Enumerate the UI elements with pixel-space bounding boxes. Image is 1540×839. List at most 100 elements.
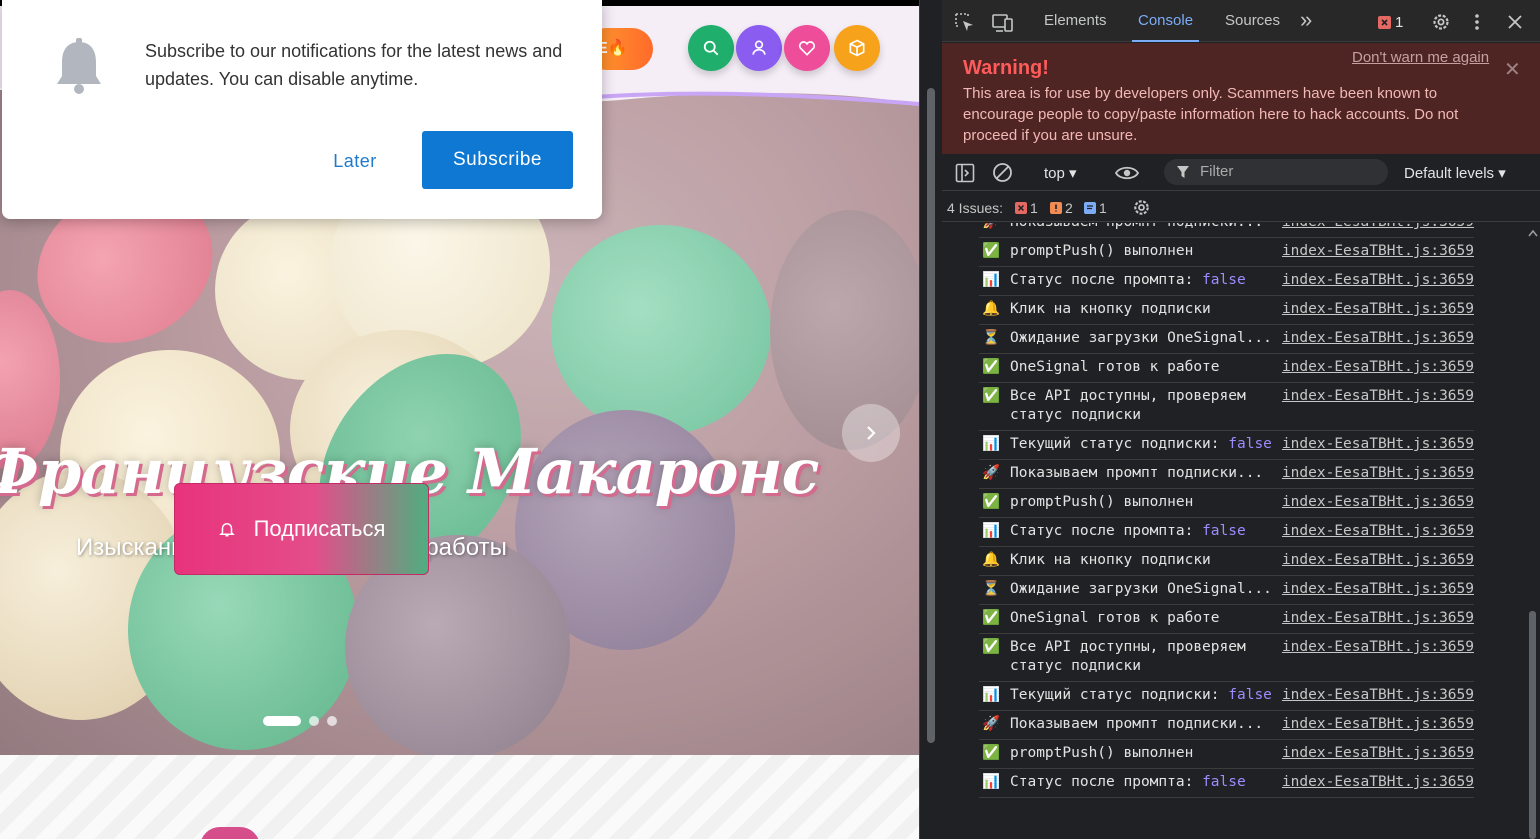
console-filter-input[interactable]: Filter [1164, 159, 1388, 185]
tab-console[interactable]: Console [1131, 12, 1200, 42]
source-link[interactable]: index-EesaTBHt.js:3659 [1277, 300, 1474, 319]
log-text: Текущий статус подписки: [1010, 687, 1220, 703]
source-link[interactable]: index-EesaTBHt.js:3659 [1277, 493, 1474, 512]
source-link[interactable]: index-EesaTBHt.js:3659 [1277, 223, 1474, 232]
log-emoji-icon: ✅ [982, 388, 1001, 404]
clear-console-icon[interactable] [992, 162, 1013, 183]
log-emoji-icon: ✅ [982, 639, 1001, 655]
console-message: 📊 Текущий статус подписки: false index-Ees… [979, 431, 1474, 460]
next-section [0, 755, 919, 839]
log-emoji-icon: 🚀 [982, 465, 1001, 481]
console-message: ✅ promptPush() выполнен index-EesaTBHt.js:… [979, 238, 1474, 267]
live-expression-eye-icon[interactable] [1114, 164, 1140, 182]
log-text: Все API доступны, проверяем статус подпи… [1010, 639, 1246, 674]
chevron-right-icon [867, 426, 876, 440]
source-link[interactable]: index-EesaTBHt.js:3659 [1277, 464, 1474, 483]
error-icon [1378, 16, 1391, 29]
source-link[interactable]: index-EesaTBHt.js:3659 [1277, 329, 1474, 348]
console-log: 🚀 Показываем промпт подписки... index-Ees… [942, 223, 1526, 839]
console-message: 📊 Статус после промпта: false index-EesaTB… [979, 769, 1474, 798]
console-scrollbar[interactable] [1526, 223, 1540, 839]
devtools-panel: Elements Console Sources » 1 Don't warn … [942, 0, 1540, 839]
issues-warnings[interactable]: 2 [1050, 200, 1073, 216]
later-button[interactable]: Later [312, 140, 398, 182]
hero-subscribe-label: Подписаться [253, 516, 386, 541]
log-text: Показываем промпт подписки... [1010, 716, 1264, 732]
log-text: OneSignal готов к работе [1010, 359, 1220, 375]
console-message: ✅ OneSignal готов к работе index-EesaTBHt.… [979, 605, 1474, 634]
log-levels-dropdown[interactable]: Default levels ▾ [1404, 164, 1506, 182]
source-link[interactable]: index-EesaTBHt.js:3659 [1277, 522, 1474, 541]
info-icon [1084, 202, 1096, 214]
issues-label: 4 Issues: [947, 200, 1004, 216]
slider-dot[interactable] [263, 716, 301, 726]
log-emoji-icon: ✅ [982, 494, 1001, 510]
page-scrollbar[interactable] [919, 0, 941, 839]
source-link[interactable]: index-EesaTBHt.js:3659 [1277, 271, 1474, 290]
log-value: false [1228, 436, 1272, 452]
issues-info[interactable]: 1 [1084, 200, 1107, 216]
issues-bar: 4 Issues: 1 2 1 [942, 192, 1540, 222]
sidebar-toggle-icon[interactable] [955, 163, 975, 183]
source-link[interactable]: index-EesaTBHt.js:3659 [1277, 638, 1474, 657]
console-message: 🚀 Показываем промпт подписки... index-Eesa… [979, 711, 1474, 740]
log-emoji-icon: 🔔 [982, 301, 1001, 317]
close-icon[interactable]: ✕ [1504, 57, 1521, 82]
log-emoji-icon: 🔔 [982, 552, 1001, 568]
favorites-button[interactable] [784, 25, 830, 71]
issues-settings-gear-icon[interactable] [1131, 197, 1152, 218]
context-selector[interactable]: top ▾ [1044, 164, 1077, 182]
slider-dot[interactable] [309, 716, 319, 726]
source-link[interactable]: index-EesaTBHt.js:3659 [1277, 686, 1474, 705]
search-icon [703, 40, 719, 56]
more-tabs-button[interactable]: » [1300, 7, 1312, 33]
slider-next-button[interactable] [842, 404, 900, 462]
settings-gear-icon[interactable] [1430, 11, 1452, 33]
console-message: ✅ promptPush() выполнен index-EesaTBHt.js:… [979, 740, 1474, 769]
subscribe-button[interactable]: Subscribe [422, 131, 573, 189]
source-link[interactable]: index-EesaTBHt.js:3659 [1277, 242, 1474, 261]
more-options-icon[interactable] [1474, 13, 1480, 31]
orders-button[interactable] [834, 25, 880, 71]
issues-errors[interactable]: 1 [1015, 200, 1038, 216]
log-emoji-icon: ✅ [982, 610, 1001, 626]
console-message: ✅ Все API доступны, проверяем статус подп… [979, 634, 1474, 682]
device-toolbar-icon[interactable] [991, 12, 1015, 34]
source-link[interactable]: index-EesaTBHt.js:3659 [1277, 609, 1474, 628]
log-value: false [1202, 523, 1246, 539]
log-text: Все API доступны, проверяем статус подпи… [1010, 388, 1246, 423]
inspect-element-icon[interactable] [954, 12, 976, 34]
log-text: Ожидание загрузки OneSignal... [1010, 581, 1272, 597]
source-link[interactable]: index-EesaTBHt.js:3659 [1277, 715, 1474, 734]
source-link[interactable]: index-EesaTBHt.js:3659 [1277, 387, 1474, 406]
heart-icon [798, 41, 816, 56]
log-emoji-icon: ✅ [982, 359, 1001, 375]
console-message: 📊 Текущий статус подписки: false index-Ees… [979, 682, 1474, 711]
self-xss-warning: Don't warn me again ✕ Warning! This area… [942, 43, 1540, 154]
source-link[interactable]: index-EesaTBHt.js:3659 [1277, 435, 1474, 454]
source-link[interactable]: index-EesaTBHt.js:3659 [1277, 551, 1474, 570]
close-devtools-icon[interactable] [1508, 15, 1522, 29]
log-text: Статус после промпта: [1010, 272, 1194, 288]
tab-elements[interactable]: Elements [1044, 12, 1107, 29]
slider-dot[interactable] [327, 716, 337, 726]
search-button[interactable] [688, 25, 734, 71]
dont-warn-link[interactable]: Don't warn me again [1352, 49, 1489, 66]
log-value: false [1202, 272, 1246, 288]
hero-subscribe-button[interactable]: Подписаться [174, 483, 429, 575]
warning-title: Warning! [963, 57, 1049, 79]
log-value: false [1228, 687, 1272, 703]
filter-icon [1177, 166, 1189, 178]
tab-sources[interactable]: Sources [1225, 12, 1280, 29]
source-link[interactable]: index-EesaTBHt.js:3659 [1277, 580, 1474, 599]
macaron-image [770, 210, 919, 450]
source-link[interactable]: index-EesaTBHt.js:3659 [1277, 744, 1474, 763]
console-message: ✅ Все API доступны, проверяем статус подп… [979, 383, 1474, 431]
error-badge[interactable]: 1 [1378, 14, 1403, 31]
log-text: Ожидание загрузки OneSignal... [1010, 330, 1272, 346]
account-button[interactable] [736, 25, 782, 71]
source-link[interactable]: index-EesaTBHt.js:3659 [1277, 358, 1474, 377]
log-text: promptPush() выполнен [1010, 745, 1194, 761]
box-icon [849, 39, 865, 57]
source-link[interactable]: index-EesaTBHt.js:3659 [1277, 773, 1474, 792]
